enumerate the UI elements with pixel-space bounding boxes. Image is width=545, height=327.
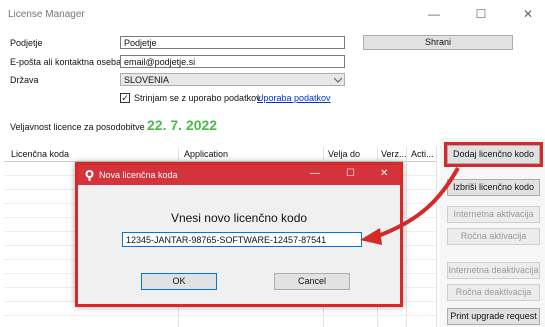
add-license-code-button[interactable]: Dodaj licenčno kodo: [447, 145, 540, 164]
column-header-valid-until[interactable]: Velja do: [328, 149, 360, 159]
consent-checkbox[interactable]: ✓: [120, 93, 130, 103]
company-field[interactable]: Podjetje: [120, 36, 345, 49]
column-divider: [406, 147, 407, 327]
validity-label: Veljavnost licence za posodobitve: [10, 122, 145, 132]
column-header-version[interactable]: Verz...: [381, 149, 407, 159]
chevron-down-icon: [334, 77, 342, 83]
internet-activation-button[interactable]: Internetna aktivacija: [447, 206, 540, 223]
consent-text: Strinjam se z uporabo podatkov: [134, 93, 261, 103]
internet-deactivation-button[interactable]: Internetna deaktivacija: [447, 262, 540, 279]
email-label: E-pošta ali kontaktna oseba: [10, 57, 122, 67]
column-header-activation[interactable]: Acti...: [411, 149, 434, 159]
new-license-dialog: Nova licenčna koda — ☐ ✕ Vnesi novo lice…: [75, 162, 403, 307]
print-upgrade-request-button[interactable]: Print upgrade request: [447, 308, 540, 325]
dialog-title-bar: Nova licenčna koda — ☐ ✕: [78, 165, 400, 185]
column-header-application[interactable]: Application: [184, 149, 228, 159]
email-field[interactable]: email@podjetje.si: [120, 55, 345, 68]
cancel-button[interactable]: Cancel: [274, 273, 350, 290]
column-divider: [436, 147, 437, 327]
window-title: License Manager: [8, 9, 85, 20]
row-divider: [4, 315, 436, 316]
ok-button[interactable]: OK: [141, 273, 217, 290]
dialog-maximize-button[interactable]: ☐: [346, 168, 355, 179]
delete-license-code-button[interactable]: Izbriši licenčno kodo: [447, 179, 540, 196]
license-code-input[interactable]: 12345-JANTAR-98765-SOFTWARE-12457-87541: [122, 232, 362, 247]
country-value: SLOVENIA: [124, 75, 170, 85]
dialog-title: Nova licenčna koda: [99, 170, 178, 180]
app-logo-icon: [85, 170, 94, 181]
company-label: Podjetje: [10, 38, 43, 48]
country-label: Država: [10, 75, 39, 85]
dialog-close-button[interactable]: ✕: [380, 168, 388, 179]
column-header-license-code[interactable]: Licenčna koda: [11, 149, 69, 159]
manual-activation-button[interactable]: Ročna aktivacija: [447, 228, 540, 245]
data-usage-link[interactable]: Uporaba podatkov: [257, 93, 331, 103]
dialog-prompt: Vnesi novo licenčno kodo: [170, 211, 308, 225]
title-bar: License Manager — ☐ ✕: [0, 0, 545, 30]
manual-deactivation-button[interactable]: Ročna deaktivacija: [447, 284, 540, 301]
close-button[interactable]: ✕: [520, 7, 536, 21]
validity-date: 22. 7. 2022: [147, 117, 218, 133]
save-button[interactable]: Shrani: [363, 35, 513, 50]
minimize-button[interactable]: —: [426, 7, 442, 21]
maximize-button[interactable]: ☐: [473, 7, 489, 21]
country-select[interactable]: SLOVENIA: [120, 73, 345, 86]
dialog-minimize-button[interactable]: —: [310, 168, 320, 179]
